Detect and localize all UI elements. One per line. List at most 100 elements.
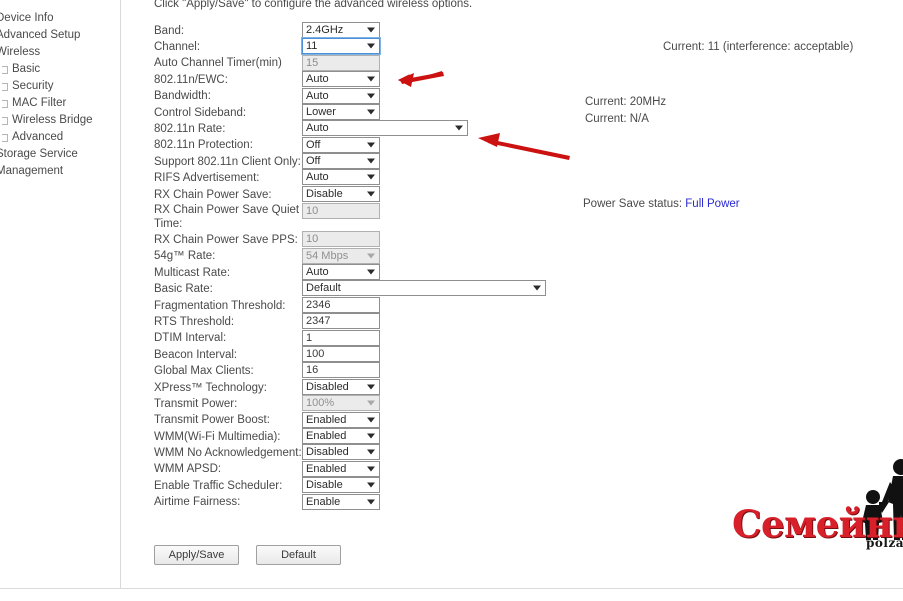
select-802-11n-rate[interactable]: Auto bbox=[302, 120, 468, 137]
note-power-save-status: Power Save status: Full Power bbox=[583, 198, 740, 210]
input-dtim-interval[interactable]: 1 bbox=[302, 329, 380, 346]
intro-text: Click "Apply/Save" to configure the adva… bbox=[154, 0, 473, 10]
field-control-wrapper: Disable bbox=[302, 185, 380, 203]
form-row-xpress-technology: XPress™ Technology: Disabled bbox=[154, 378, 894, 395]
select-control-sideband[interactable]: Lower bbox=[302, 103, 380, 120]
field-control-wrapper: Auto bbox=[302, 70, 380, 88]
sidebar-item-security[interactable]: Security bbox=[0, 78, 120, 95]
select-value: Auto bbox=[306, 266, 329, 279]
select-bandwidth[interactable]: Auto bbox=[302, 87, 380, 104]
sidebar-item-storage-service[interactable]: Storage Service bbox=[0, 146, 120, 163]
field-control-wrapper: 10 bbox=[302, 231, 380, 249]
field-control-wrapper: 2.4GHz bbox=[302, 21, 380, 39]
sidebar-item-device-info[interactable]: Device Info bbox=[0, 10, 120, 27]
chevron-down-icon bbox=[367, 449, 375, 455]
chevron-down-icon bbox=[367, 499, 375, 505]
field-control-wrapper: Lower bbox=[302, 103, 380, 121]
select-rx-chain-power-save[interactable]: Disable bbox=[302, 185, 380, 202]
select-enable-traffic-scheduler[interactable]: Disable bbox=[302, 477, 380, 494]
form-row-dtim-interval: DTIM Interval: 1 bbox=[154, 329, 894, 346]
power-save-status-link[interactable]: Full Power bbox=[685, 198, 739, 210]
form-row-wmm-wi-fi-multimedia: WMM(Wi-Fi Multimedia): Enabled bbox=[154, 427, 894, 444]
select-channel[interactable]: 11 bbox=[301, 37, 381, 56]
form-row-rts-threshold: RTS Threshold: 2347 bbox=[154, 312, 894, 330]
select-802-11n-ewc[interactable]: Auto bbox=[302, 71, 380, 88]
input-rx-chain-power-save-pps: 10 bbox=[302, 231, 380, 248]
select-airtime-fairness[interactable]: Enable bbox=[302, 493, 380, 510]
sidebar-item-advanced-setup[interactable]: Advanced Setup bbox=[0, 27, 120, 44]
select-value: Enable bbox=[306, 495, 341, 508]
field-control-wrapper: 15 bbox=[302, 54, 380, 72]
input-global-max-clients[interactable]: 16 bbox=[302, 362, 380, 379]
select-wmm-no-acknowledgement[interactable]: Disabled bbox=[302, 444, 380, 461]
select-rifs-advertisement[interactable]: Auto bbox=[302, 169, 380, 186]
select-value: Disabled bbox=[306, 446, 349, 459]
select-value: Off bbox=[306, 155, 321, 168]
field-label-airtime-fairness: Airtime Fairness: bbox=[154, 496, 241, 509]
sidebar-item-mac-filter[interactable]: MAC Filter bbox=[0, 95, 120, 112]
router-admin-page: Device Info Advanced Setup Wireless Basic Se… bbox=[0, 0, 903, 601]
chevron-down-icon bbox=[367, 174, 375, 180]
field-label-beacon-interval: Beacon Interval: bbox=[154, 348, 238, 361]
field-label-rx-chain-power-save-pps: RX Chain Power Save PPS: bbox=[154, 233, 298, 246]
field-control-wrapper: 16 bbox=[302, 362, 380, 380]
field-label-802-11n-ewc: 802.11n/EWC: bbox=[154, 73, 228, 86]
form-row-control-sideband: Control Sideband: Lower bbox=[154, 103, 894, 121]
select-wmm-apsd[interactable]: Enabled bbox=[302, 460, 380, 477]
select-basic-rate[interactable]: Default bbox=[302, 280, 546, 297]
sidebar-item-management[interactable]: Management bbox=[0, 163, 120, 180]
field-control-wrapper: Auto bbox=[302, 263, 380, 281]
field-label-wmm-no-acknowledgement: WMM No Acknowledgement: bbox=[154, 447, 302, 460]
chevron-down-icon bbox=[367, 142, 375, 148]
select-value: Default bbox=[306, 282, 341, 295]
select-band[interactable]: 2.4GHz bbox=[302, 21, 380, 38]
sidebar-item-advanced[interactable]: Advanced bbox=[0, 129, 120, 146]
select-value: Auto bbox=[306, 171, 329, 184]
field-control-wrapper: Off bbox=[302, 136, 380, 154]
input-fragmentation-threshold[interactable]: 2346 bbox=[302, 296, 380, 313]
watermark-logo: Семейный Очаг polzablog.ru bbox=[728, 458, 903, 566]
field-label-transmit-power-boost: Transmit Power Boost: bbox=[154, 414, 270, 427]
field-label-support-802-11n-client-only: Support 802.11n Client Only: bbox=[154, 155, 301, 168]
field-label-wmm-apsd: WMM APSD: bbox=[154, 463, 222, 476]
select-multicast-rate[interactable]: Auto bbox=[302, 264, 380, 281]
field-label-rifs-advertisement: RIFS Advertisement: bbox=[154, 172, 260, 185]
form-row-basic-rate: Basic Rate: Default bbox=[154, 280, 894, 298]
chevron-down-icon bbox=[367, 269, 375, 275]
select-value: 11 bbox=[306, 40, 318, 53]
chevron-down-icon bbox=[367, 76, 375, 82]
select-xpress-technology[interactable]: Disabled bbox=[302, 378, 380, 395]
field-control-wrapper: Enable bbox=[302, 493, 380, 511]
sidebar-item-wireless-bridge[interactable]: Wireless Bridge bbox=[0, 112, 120, 129]
default-button[interactable]: Default bbox=[256, 545, 341, 565]
chevron-down-icon bbox=[367, 27, 375, 33]
form-row-fragmentation-threshold: Fragmentation Threshold: 2346 bbox=[154, 296, 894, 313]
form-row-auto-channel-timer-min: Auto Channel Timer(min) 15 bbox=[154, 54, 894, 72]
field-control-wrapper: Default bbox=[302, 280, 546, 298]
select-value: Enabled bbox=[306, 413, 347, 426]
select-support-802-11n-client-only[interactable]: Off bbox=[302, 153, 380, 170]
select-802-11n-protection[interactable]: Off bbox=[302, 136, 380, 153]
field-label-rts-threshold: RTS Threshold: bbox=[154, 315, 235, 328]
field-control-wrapper: 2347 bbox=[302, 312, 380, 330]
select-value: Disabled bbox=[306, 380, 349, 393]
select-54g-rate: 54 Mbps bbox=[302, 247, 380, 264]
form-row-multicast-rate: Multicast Rate: Auto bbox=[154, 263, 894, 281]
select-value: Enabled bbox=[306, 462, 347, 475]
note-bandwidth-current: Current: 20MHz bbox=[585, 96, 667, 108]
sidebar-bullet-icon bbox=[2, 65, 8, 74]
input-beacon-interval[interactable]: 100 bbox=[302, 346, 380, 362]
select-transmit-power-boost[interactable]: Enabled bbox=[302, 411, 380, 428]
sidebar-item-basic[interactable]: Basic bbox=[0, 61, 120, 78]
field-control-wrapper: 54 Mbps bbox=[302, 247, 380, 265]
form-row-bandwidth: Bandwidth: Auto bbox=[154, 87, 894, 104]
select-wmm-wi-fi-multimedia[interactable]: Enabled bbox=[302, 427, 380, 444]
input-rts-threshold[interactable]: 2347 bbox=[302, 313, 380, 330]
sidebar-item-label: Advanced bbox=[12, 131, 64, 143]
apply-save-button[interactable]: Apply/Save bbox=[154, 545, 239, 565]
note-sideband-current: Current: N/A bbox=[585, 113, 649, 125]
input-auto-channel-timer-min: 15 bbox=[302, 54, 380, 71]
sidebar-item-wireless[interactable]: Wireless bbox=[0, 44, 120, 61]
chevron-down-icon bbox=[367, 482, 375, 488]
select-value: Auto bbox=[306, 89, 329, 102]
